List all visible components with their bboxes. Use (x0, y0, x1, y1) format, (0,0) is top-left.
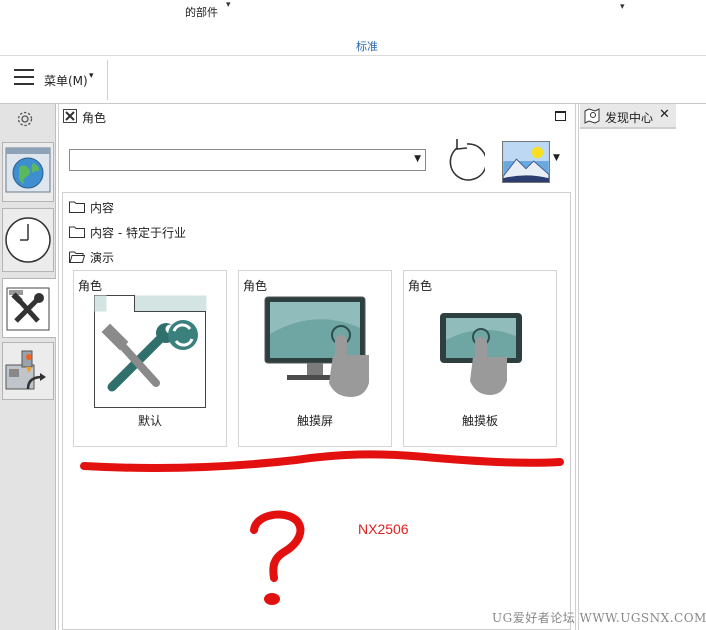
role-card-title: 角色 (78, 279, 103, 293)
refresh-icon[interactable] (443, 136, 485, 184)
wrench-hammer-icon (94, 295, 207, 408)
folder-icon (69, 226, 85, 238)
machine-tool-icon (5, 350, 46, 390)
red-underline-stroke (80, 450, 564, 472)
map-icon (584, 108, 600, 124)
menu-bar: 菜单(M) ▾ (0, 56, 706, 104)
image-icon[interactable] (502, 141, 550, 183)
watermark-text: UG爱好者论坛 WWW.UGSNX.COM (492, 611, 706, 625)
close-icon[interactable]: ✕ (659, 107, 670, 122)
role-card-touchpad[interactable]: 角色 触摸板 (403, 270, 557, 447)
role-card-touchscreen[interactable]: 角色 触摸屏 (238, 270, 392, 447)
role-filter-select[interactable]: ▼ (69, 149, 426, 171)
chevron-down-icon[interactable]: ▼ (414, 154, 421, 164)
chevron-down-icon[interactable]: ▾ (89, 71, 94, 81)
touch-monitor-icon (264, 296, 369, 397)
resource-bar (0, 104, 56, 630)
red-question-mark (250, 510, 305, 605)
resource-tab-roles[interactable] (2, 278, 56, 338)
divider (107, 60, 108, 100)
clock-icon (5, 217, 51, 263)
discovery-pane (578, 104, 706, 630)
chevron-down-icon[interactable]: ▼ (553, 153, 560, 163)
ribbon-gallery-label[interactable]: 的部件 (185, 4, 218, 20)
gear-icon[interactable] (16, 110, 34, 128)
tree-item-label: 内容 - 特定于行业 (90, 226, 186, 240)
chevron-down-icon[interactable]: ▾ (620, 2, 625, 12)
open-folder-icon (69, 251, 85, 263)
version-annotation: NX2506 (358, 521, 409, 537)
ribbon: 的部件 ▾ ▾ 标准 (0, 0, 706, 56)
tree-item-label: 内容 (90, 201, 115, 215)
resource-tab-web[interactable] (2, 142, 54, 202)
menu-button[interactable]: 菜单(M) (44, 72, 88, 89)
tree-item-label: 演示 (90, 251, 115, 265)
role-card-name: 触摸板 (461, 414, 498, 428)
role-card-title: 角色 (243, 279, 268, 293)
maximize-icon[interactable] (555, 111, 566, 121)
ribbon-group-label: 标准 (356, 40, 378, 53)
resource-tab-machining[interactable] (2, 342, 54, 400)
role-card-default[interactable]: 角色 默认 (73, 270, 227, 447)
role-card-name: 默认 (137, 414, 162, 428)
resource-tab-history[interactable] (2, 208, 54, 272)
role-card-name: 触摸屏 (296, 414, 333, 428)
folder-icon (69, 201, 85, 213)
touch-tablet-icon (440, 313, 522, 395)
hamburger-icon[interactable] (14, 69, 34, 87)
panel-title: 角色 (82, 111, 107, 125)
discovery-tab-label: 发现中心 (605, 111, 654, 125)
chevron-down-icon[interactable]: ▾ (226, 0, 231, 10)
roles-panel-icon (63, 109, 77, 123)
wrench-hammer-icon (6, 287, 50, 331)
globe-window-icon (5, 147, 51, 193)
role-card-title: 角色 (408, 279, 433, 293)
